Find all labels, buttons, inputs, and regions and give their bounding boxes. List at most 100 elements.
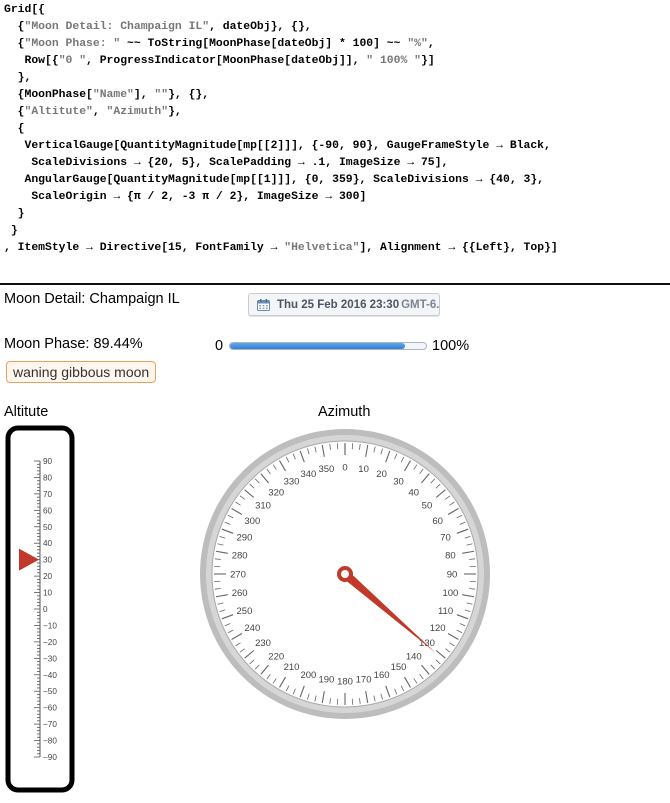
azimuth-tick-label: 250 [237, 606, 253, 617]
code-token: , ProgressIndicator[MoonPhase[dateObj]], [86, 55, 367, 67]
azimuth-tick-label: 240 [244, 623, 260, 634]
code-line: Grid[{ [4, 2, 668, 19]
azimuth-tick-label: 280 [232, 551, 248, 562]
code-line: {"Altitute", "Azimuth"}, [4, 104, 668, 121]
code-token: ], Alignment → {{Left}, Top}] [359, 242, 558, 254]
progress-fill [230, 343, 406, 349]
code-token: }, [4, 72, 32, 84]
altitude-tick-label: 60 [43, 506, 53, 515]
altitude-tick-label: −40 [43, 671, 57, 680]
azimuth-tick-label: 330 [284, 477, 300, 488]
code-token: { [4, 38, 25, 50]
code-token: ScaleOrigin → {π / 2, -3 π / 2}, ImageSi… [4, 191, 367, 203]
azimuth-tick-label: 70 [440, 533, 451, 544]
code-line: {"Moon Detail: Champaign IL", dateObj}, … [4, 19, 668, 36]
altitude-tick-label: −20 [43, 638, 57, 647]
code-line: VerticalGauge[QuantityMagnitude[mp[[2]]]… [4, 138, 668, 155]
azimuth-tick-label: 300 [244, 516, 260, 527]
code-line: Row[{"0 ", ProgressIndicator[MoonPhase[d… [4, 53, 668, 70]
altitude-tick-label: 80 [43, 473, 53, 482]
progress-min-label: 0 [215, 338, 224, 354]
timezone-text: GMT-6. [401, 298, 440, 311]
code-token: , ItemStyle → Directive[15, FontFamily → [4, 242, 285, 254]
code-token: ~~ ToString[MoonPhase[dateObj] * 100] ~~ [120, 38, 408, 50]
azimuth-tick-label: 230 [255, 638, 271, 649]
altitude-tick-label: 70 [43, 490, 53, 499]
azimuth-tick-label: 310 [255, 501, 271, 512]
azimuth-tick-label: 340 [300, 469, 316, 480]
altitude-tick-label: −50 [43, 687, 57, 696]
code-line: { [4, 121, 668, 138]
code-line: } [4, 206, 668, 223]
moon-phase-progress-bar [229, 342, 427, 350]
code-token: Grid[{ [4, 4, 46, 16]
code-string-literal: "Helvetica" [284, 242, 360, 254]
altitude-tick-label: −70 [43, 720, 57, 729]
code-string-literal: "Altitute" [24, 106, 93, 118]
azimuth-tick-label: 110 [438, 606, 453, 617]
altitude-tick-label: 30 [43, 556, 53, 565]
code-token: { [4, 21, 25, 33]
altitude-tick-label: 10 [43, 589, 53, 598]
azimuth-tick-label: 80 [445, 551, 456, 562]
altitude-tick-label: −10 [43, 621, 57, 630]
azimuth-tick-label: 10 [358, 464, 369, 475]
altitude-tick-label: 0 [43, 605, 48, 614]
azimuth-tick-label: 290 [237, 533, 253, 544]
altitude-tick-label: 20 [43, 572, 53, 581]
altitude-tick-label: 40 [43, 539, 53, 548]
code-line: {MoonPhase["Name"], ""}, {}, [4, 87, 668, 104]
azimuth-tick-label: 0 [342, 462, 347, 473]
progress-max-label: 100% [432, 338, 470, 354]
azimuth-tick-label: 350 [318, 464, 334, 475]
code-line: AngularGauge[QuantityMagnitude[mp[[1]]],… [4, 172, 668, 189]
output-title: Moon Detail: Champaign IL [4, 291, 180, 307]
altitude-vertical-gauge: 90 80 70 60 50 40 30 20 10 0 −10 −20 −30 −40 −50 −60 −70… [5, 425, 75, 793]
altitude-tick-label: −80 [43, 737, 57, 746]
code-string-literal: "Moon Detail: Champaign IL" [24, 21, 210, 33]
moon-phase-name-badge[interactable]: waning gibbous moon [6, 361, 157, 383]
code-token: ], [133, 89, 155, 101]
cell-divider [0, 283, 670, 285]
code-token: }, {}, [168, 89, 210, 101]
code-line: , ItemStyle → Directive[15, FontFamily →… [4, 240, 668, 257]
code-token: }, [168, 106, 182, 118]
azimuth-tick-label: 170 [356, 675, 372, 686]
code-token: { [4, 123, 25, 135]
azimuth-tick-label: 180 [337, 676, 353, 687]
code-token: , dateObj}, {}, [209, 21, 312, 33]
code-token: }] [420, 55, 435, 67]
moon-phase-label: Moon Phase: 89.44% [4, 336, 143, 352]
azimuth-tick-label: 260 [232, 588, 248, 599]
altitude-label: Altitute [4, 404, 49, 420]
azimuth-needle-hub-center [341, 570, 349, 578]
azimuth-tick-label: 270 [230, 569, 246, 580]
azimuth-label: Azimuth [318, 404, 371, 420]
code-line: }, [4, 70, 668, 87]
azimuth-tick-label: 90 [447, 569, 458, 580]
azimuth-tick-label: 190 [318, 675, 334, 686]
date-object-button[interactable]: Thu 25 Feb 2016 23:30 GMT-6. [248, 293, 440, 316]
code-token: VerticalGauge[QuantityMagnitude[mp[[2]]]… [4, 140, 551, 152]
code-line: } [4, 223, 668, 240]
code-token: { [4, 106, 25, 118]
azimuth-tick-label: 220 [268, 651, 284, 662]
code-string-literal: " 100% " [366, 55, 421, 67]
code-token: , [92, 106, 107, 118]
azimuth-tick-label: 120 [430, 623, 446, 634]
azimuth-tick-label: 200 [300, 670, 316, 681]
code-token: AngularGauge[QuantityMagnitude[mp[[1]]],… [4, 174, 545, 186]
azimuth-tick-label: 60 [432, 516, 443, 527]
azimuth-tick-label: 320 [268, 487, 284, 498]
code-string-literal: "0 " [58, 55, 87, 67]
code-string-literal: "Moon Phase: " [24, 38, 121, 50]
code-string-literal: "%" [407, 38, 428, 50]
code-string-literal: "Name" [92, 89, 134, 101]
azimuth-tick-label: 140 [406, 651, 422, 662]
code-token: } [4, 225, 18, 237]
altitude-tick-label: 50 [43, 523, 53, 532]
code-cell[interactable]: Grid[{ {"Moon Detail: Champaign IL", dat… [4, 2, 668, 257]
azimuth-angular-gauge: 0 10 2030405060708090100110120130140150160… [200, 429, 490, 719]
code-token: } [4, 208, 25, 220]
code-string-literal: "" [154, 89, 169, 101]
